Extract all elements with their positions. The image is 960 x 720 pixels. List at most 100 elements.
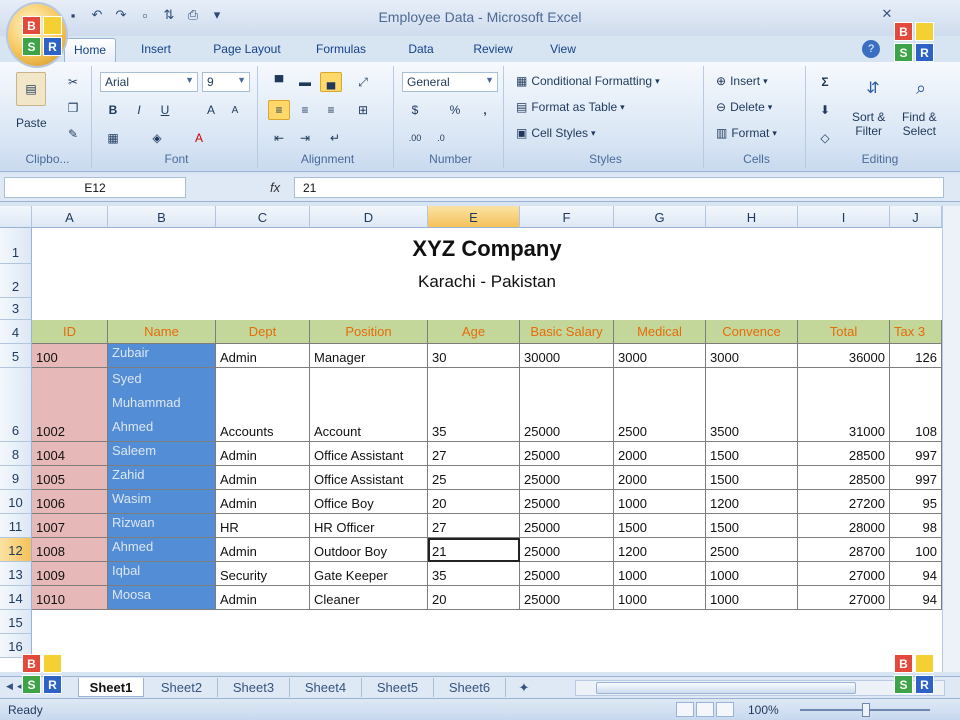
- cell-total[interactable]: 28000: [798, 514, 890, 538]
- cell-total[interactable]: 27200: [798, 490, 890, 514]
- font-color-icon[interactable]: A: [188, 128, 210, 148]
- column-header-h[interactable]: H: [706, 206, 798, 228]
- cell-position[interactable]: Outdoor Boy: [310, 538, 428, 562]
- select-all-corner[interactable]: [0, 206, 32, 228]
- cell-dept[interactable]: Admin: [216, 586, 310, 610]
- header-cell-position[interactable]: Position: [310, 320, 428, 344]
- row-header-2[interactable]: 2: [0, 264, 32, 298]
- cell-total[interactable]: 27000: [798, 562, 890, 586]
- cell-convence[interactable]: 1500: [706, 466, 798, 490]
- cell-name[interactable]: Ahmed: [108, 538, 216, 562]
- cell-convence[interactable]: 1000: [706, 586, 798, 610]
- orientation-icon[interactable]: ⤢: [352, 72, 374, 92]
- fill-color-icon[interactable]: ◈: [146, 128, 168, 148]
- format-cells-button[interactable]: ▥ Format ▾: [716, 126, 777, 140]
- cell-medical[interactable]: 1000: [614, 586, 706, 610]
- header-cell-convence[interactable]: Convence: [706, 320, 798, 344]
- zoom-slider-knob[interactable]: [862, 703, 870, 717]
- comma-icon[interactable]: ,: [474, 100, 496, 120]
- cell-id[interactable]: 1004: [32, 442, 108, 466]
- cell-tax[interactable]: 997: [890, 442, 942, 466]
- cell-convence[interactable]: 3500: [706, 368, 798, 442]
- cell-medical[interactable]: 1000: [614, 490, 706, 514]
- cell-total[interactable]: 27000: [798, 586, 890, 610]
- cell-convence[interactable]: 1200: [706, 490, 798, 514]
- cell-tax[interactable]: 100: [890, 538, 942, 562]
- header-cell-medical[interactable]: Medical: [614, 320, 706, 344]
- sort-filter-button[interactable]: Sort & Filter: [852, 110, 885, 138]
- cell-basic[interactable]: 25000: [520, 466, 614, 490]
- cell-id[interactable]: 1002: [32, 368, 108, 442]
- cell-basic[interactable]: 25000: [520, 490, 614, 514]
- cell-id[interactable]: 1005: [32, 466, 108, 490]
- help-icon[interactable]: ?: [862, 40, 880, 58]
- first-sheet-icon[interactable]: ◀: [6, 681, 13, 692]
- number-format-combo[interactable]: General ▼: [402, 72, 498, 92]
- cell-convence[interactable]: 1500: [706, 514, 798, 538]
- tab-home[interactable]: Home: [64, 38, 116, 62]
- cell-tax[interactable]: 98: [890, 514, 942, 538]
- cell-convence[interactable]: 3000: [706, 344, 798, 368]
- tab-page-layout[interactable]: Page Layout: [196, 38, 298, 62]
- cell-position[interactable]: Office Boy: [310, 490, 428, 514]
- row-header-6[interactable]: 6: [0, 368, 32, 442]
- horizontal-scroll-thumb[interactable]: [596, 682, 856, 694]
- align-center-icon[interactable]: ≡: [294, 100, 316, 120]
- row-header-12[interactable]: 12: [0, 538, 32, 562]
- cell-tax[interactable]: 94: [890, 586, 942, 610]
- column-header-a[interactable]: A: [32, 206, 108, 228]
- cell-name[interactable]: Wasim: [108, 490, 216, 514]
- row-header-14[interactable]: 14: [0, 586, 32, 610]
- font-name-combo[interactable]: Arial ▼: [100, 72, 198, 92]
- bold-icon[interactable]: B: [102, 100, 124, 120]
- tab-review[interactable]: Review: [458, 38, 528, 62]
- cell-basic[interactable]: 25000: [520, 368, 614, 442]
- vertical-scrollbar[interactable]: [942, 206, 960, 672]
- cell-dept[interactable]: Admin: [216, 442, 310, 466]
- cell-basic[interactable]: 25000: [520, 562, 614, 586]
- column-header-g[interactable]: G: [614, 206, 706, 228]
- formula-input[interactable]: 21: [294, 177, 944, 198]
- function-icon[interactable]: fx: [270, 180, 280, 195]
- row-header-3[interactable]: 3: [0, 298, 32, 320]
- align-middle-icon[interactable]: ▬: [294, 72, 316, 92]
- sheet-tab-5[interactable]: Sheet5: [362, 678, 434, 697]
- tab-formulas[interactable]: Formulas: [298, 38, 384, 62]
- cell-id[interactable]: 1009: [32, 562, 108, 586]
- column-header-d[interactable]: D: [310, 206, 428, 228]
- cell-basic[interactable]: 25000: [520, 538, 614, 562]
- decrease-decimal-icon[interactable]: .0: [430, 128, 452, 148]
- cell-tax[interactable]: 108: [890, 368, 942, 442]
- tab-insert[interactable]: Insert: [116, 38, 196, 62]
- clear-icon[interactable]: ◇: [814, 128, 836, 148]
- tab-data[interactable]: Data: [384, 38, 458, 62]
- decrease-indent-icon[interactable]: ⇤: [268, 128, 290, 148]
- cell-medical[interactable]: 3000: [614, 344, 706, 368]
- autosum-icon[interactable]: Σ: [814, 72, 836, 92]
- cell-id[interactable]: 1008: [32, 538, 108, 562]
- cell-age[interactable]: 27: [428, 442, 520, 466]
- name-box[interactable]: E12: [4, 177, 186, 198]
- font-size-combo[interactable]: 9 ▼: [202, 72, 250, 92]
- cell-basic[interactable]: 30000: [520, 344, 614, 368]
- cell-medical[interactable]: 1200: [614, 538, 706, 562]
- cell-age[interactable]: 30: [428, 344, 520, 368]
- cell-medical[interactable]: 1000: [614, 562, 706, 586]
- sheet-tab-1[interactable]: Sheet1: [78, 678, 144, 697]
- header-cell-dept[interactable]: Dept: [216, 320, 310, 344]
- header-cell-name[interactable]: Name: [108, 320, 216, 344]
- cell-basic[interactable]: 25000: [520, 586, 614, 610]
- cell-convence[interactable]: 1500: [706, 442, 798, 466]
- row-header-4[interactable]: 4: [0, 320, 32, 344]
- cell-position[interactable]: Office Assistant: [310, 442, 428, 466]
- cell-basic[interactable]: 25000: [520, 442, 614, 466]
- page-break-view-icon[interactable]: [716, 702, 734, 717]
- cell-id[interactable]: 1010: [32, 586, 108, 610]
- cell-dept[interactable]: Admin: [216, 490, 310, 514]
- increase-indent-icon[interactable]: ⇥: [294, 128, 316, 148]
- row-header-8[interactable]: 8: [0, 442, 32, 466]
- cell-position[interactable]: Office Assistant: [310, 466, 428, 490]
- cell-age[interactable]: 20: [428, 586, 520, 610]
- sheet-tab-3[interactable]: Sheet3: [218, 678, 290, 697]
- cell-tax[interactable]: 126: [890, 344, 942, 368]
